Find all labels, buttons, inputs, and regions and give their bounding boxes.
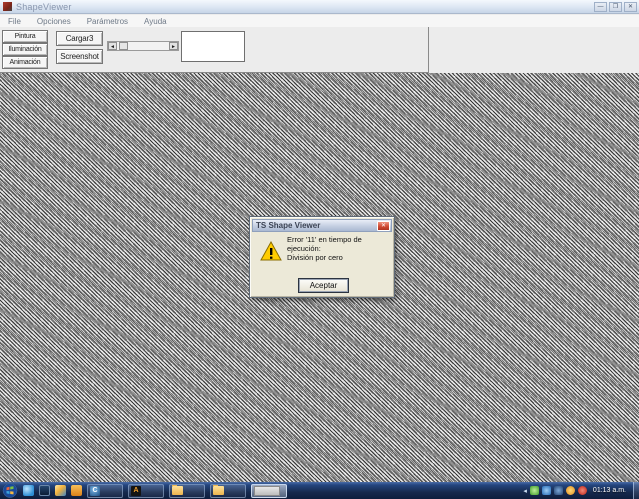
tray-icon-3[interactable] [554, 486, 563, 495]
error-message-line2: División por cero [287, 253, 343, 262]
tray-icon-2[interactable] [542, 486, 551, 495]
taskbar-folder-button-2[interactable] [210, 484, 246, 498]
caption-buttons: — ❐ ✕ [594, 2, 637, 12]
quick-launch-folder-icon[interactable] [71, 485, 82, 496]
preview-listbox[interactable] [181, 31, 245, 62]
menu-help[interactable]: Ayuda [136, 17, 175, 26]
toolbar-row: Pintura Iluminación Animación Cargar3 Sc… [0, 27, 639, 73]
minimize-button[interactable]: — [594, 2, 607, 12]
quick-launch-browser-icon[interactable] [23, 485, 34, 496]
taskbar-clock[interactable]: 01:13 a.m. [593, 487, 626, 494]
folder-icon [213, 486, 224, 495]
toolbar-panel: Pintura Iluminación Animación Cargar3 Sc… [0, 27, 429, 73]
error-dialog: TS Shape Viewer ✕ Error '11' en tiempo d… [249, 216, 395, 298]
app2-icon: A [131, 486, 141, 496]
show-desktop-button[interactable] [633, 482, 639, 499]
dialog-close-button[interactable]: ✕ [377, 221, 390, 231]
scroll-right-arrow-icon[interactable]: ► [169, 42, 178, 50]
taskbar-shapeviewer-button-active[interactable] [251, 484, 287, 498]
taskbar: C A ◂ 01:13 a.m. [0, 482, 639, 499]
app1-icon: C [90, 486, 100, 496]
window-title: ShapeViewer [16, 2, 72, 12]
animation-button[interactable]: Animación [2, 56, 48, 69]
error-message-line1: Error '11' en tiempo de ejecución: [287, 235, 394, 253]
lighting-button[interactable]: Iluminación [2, 43, 48, 56]
system-tray: ◂ 01:13 a.m. [523, 482, 639, 499]
tray-icon-5[interactable] [578, 486, 587, 495]
desktop: ShapeViewer — ❐ ✕ File Opciones Parámetr… [0, 0, 639, 499]
menu-options[interactable]: Opciones [29, 17, 79, 26]
accept-button[interactable]: Aceptar [298, 278, 349, 293]
taskbar-app-button-1[interactable]: C [87, 484, 123, 498]
taskbar-folder-button-1[interactable] [169, 484, 205, 498]
menu-parameters[interactable]: Parámetros [79, 17, 136, 26]
window-titlebar[interactable]: ShapeViewer — ❐ ✕ [0, 0, 639, 14]
quick-launch-monitor-icon[interactable] [39, 485, 50, 496]
shapeviewer-window-thumbnail [254, 486, 280, 496]
dialog-titlebar[interactable]: TS Shape Viewer ✕ [252, 219, 392, 232]
load-shape-button[interactable]: Cargar3 [56, 31, 103, 46]
folder-icon [172, 486, 183, 495]
shapeviewer-app-icon [3, 2, 12, 11]
paint-button[interactable]: Pintura [2, 30, 48, 43]
close-button[interactable]: ✕ [624, 2, 637, 12]
warning-icon [260, 241, 282, 266]
tray-icon-4[interactable] [566, 486, 575, 495]
start-button[interactable] [2, 483, 18, 498]
horizontal-scrollbar[interactable]: ◄ ► [107, 41, 179, 51]
dialog-title: TS Shape Viewer [253, 221, 320, 230]
scroll-left-arrow-icon[interactable]: ◄ [108, 42, 117, 50]
restore-button[interactable]: ❐ [609, 2, 622, 12]
taskbar-app-button-2[interactable]: A [128, 484, 164, 498]
scrollbar-track[interactable] [117, 42, 169, 50]
menu-file[interactable]: File [0, 17, 29, 26]
tray-icon-1[interactable] [530, 486, 539, 495]
tray-expand-icon[interactable]: ◂ [523, 487, 527, 495]
screenshot-button[interactable]: Screenshot [56, 49, 103, 64]
menubar: File Opciones Parámetros Ayuda [0, 15, 639, 27]
quick-launch-image-icon[interactable] [55, 485, 66, 496]
scrollbar-thumb[interactable] [119, 42, 128, 50]
